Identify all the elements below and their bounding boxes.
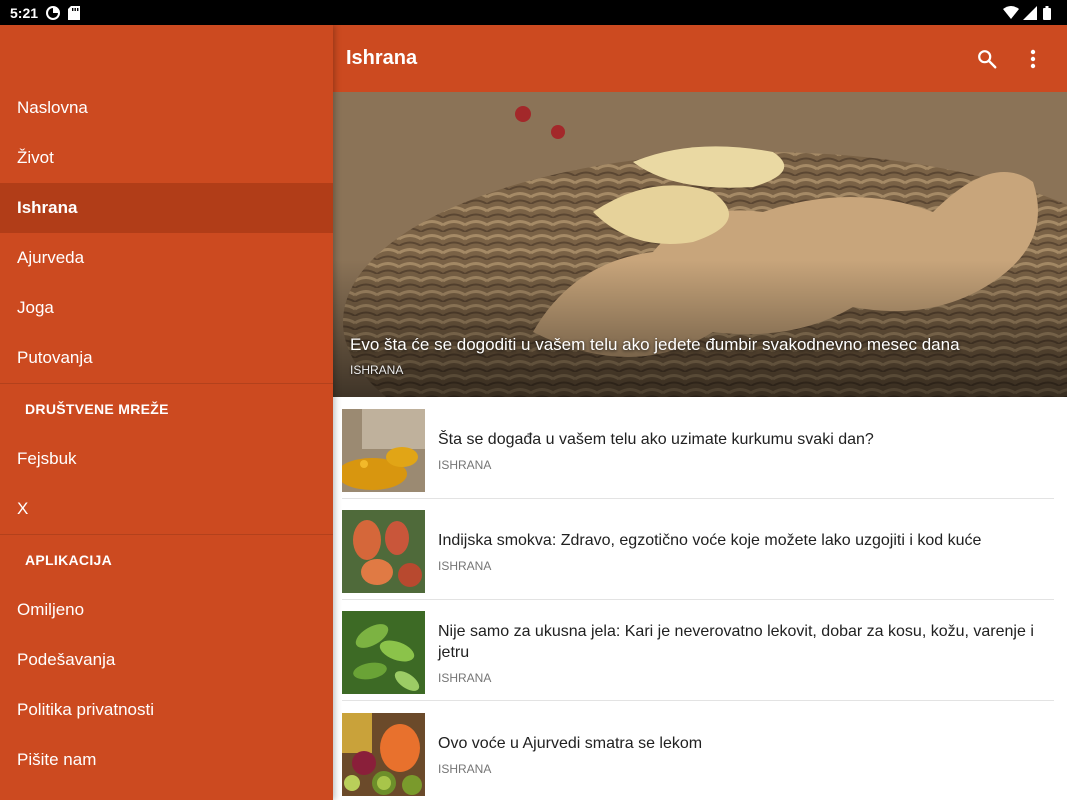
drawer-item-omiljeno[interactable]: Omiljeno [0,585,333,635]
drawer-section-app: APLIKACIJA [25,552,113,568]
drawer-item-joga[interactable]: Joga [0,283,333,333]
drawer-item-label: Politika privatnosti [17,700,155,719]
battery-icon [1043,5,1057,20]
drawer-item-ajurveda[interactable]: Ajurveda [0,233,333,283]
article-category: ISHRANA [438,761,492,776]
drawer-item-label: Podešavanja [17,650,116,669]
status-time: 5:21 [10,4,39,21]
drawer-item-label: Putovanja [17,348,93,367]
article-title: Nije samo za ukusna jela: Kari je nevero… [438,622,1034,661]
drawer-item-putovanja[interactable]: Putovanja [0,333,333,383]
drawer-item-naslovna[interactable]: Naslovna [0,83,333,133]
sd-card-icon [68,5,82,20]
drawer-item-label: X [17,499,29,518]
drawer-item-label: Ajurveda [17,248,85,267]
drawer-item-politika-privatnosti[interactable]: Politika privatnosti [0,685,333,735]
thumb-turmeric [342,409,425,492]
more-vert-icon[interactable] [1021,47,1045,71]
drawer-item-label: Naslovna [17,98,88,117]
article-category: ISHRANA [438,670,492,685]
article-title: Indijska smokva: Zdravo, egzotično voće … [438,532,982,549]
drawer-item-x[interactable]: X [0,484,333,534]
status-bar: 5:21 [0,0,1067,25]
app-bar: Ishrana [333,25,1067,92]
article-title: Ovo voće u Ajurvedi smatra se lekom [438,734,703,752]
list-item[interactable]: Šta se događa u vašem telu ako uzimate k… [342,403,1054,499]
navigation-drawer: Naslovna Život Ishrana Ajurveda Joga Put… [0,25,333,800]
drawer-item-fejsbuk[interactable]: Fejsbuk [0,434,333,484]
drawer-item-pisite-nam[interactable]: Pišite nam [0,735,333,785]
hero-article[interactable]: Evo šta će se dogoditi u vašem telu ako … [333,92,1067,397]
drawer-item-label: Pišite nam [17,750,97,769]
thumb-fruits [342,712,425,796]
drawer-item-zivot[interactable]: Život [0,133,333,183]
wifi-icon [1003,5,1019,20]
search-icon[interactable] [975,47,999,71]
drawer-section-social: DRUŠTVENE MREŽE [25,401,169,417]
drawer-item-label: Život [17,148,54,167]
drawer-item-label: Omiljeno [17,600,85,619]
list-item[interactable]: Indijska smokva: Zdravo, egzotično voće … [342,504,1054,600]
list-item[interactable]: Ovo voće u Ajurvedi smatra se lekom ISHR… [342,706,1054,800]
drawer-item-podesavanja[interactable]: Podešavanja [0,635,333,685]
thumb-curry-leaves [342,611,425,694]
hero-category: ISHRANA [350,363,404,377]
signal-icon [1023,5,1037,20]
list-item[interactable]: Nije samo za ukusna jela: Kari je nevero… [342,605,1054,701]
article-category: ISHRANA [438,559,492,573]
drawer-item-label: Ishrana [17,198,78,217]
drawer-item-label: Joga [17,298,54,317]
drawer-item-ishrana[interactable]: Ishrana [0,183,333,233]
data-saver-icon [46,5,61,20]
thumb-prickly-pear [342,510,425,593]
article-title: Šta se događa u vašem telu ako uzimate k… [438,431,874,448]
drawer-header [0,25,333,83]
article-category: ISHRANA [438,458,492,472]
drawer-item-label: Fejsbuk [17,449,77,468]
hero-title: Evo šta će se dogoditi u vašem telu ako … [350,335,960,354]
app-bar-title: Ishrana [346,47,418,69]
article-list: Šta se događa u vašem telu ako uzimate k… [333,397,1067,800]
